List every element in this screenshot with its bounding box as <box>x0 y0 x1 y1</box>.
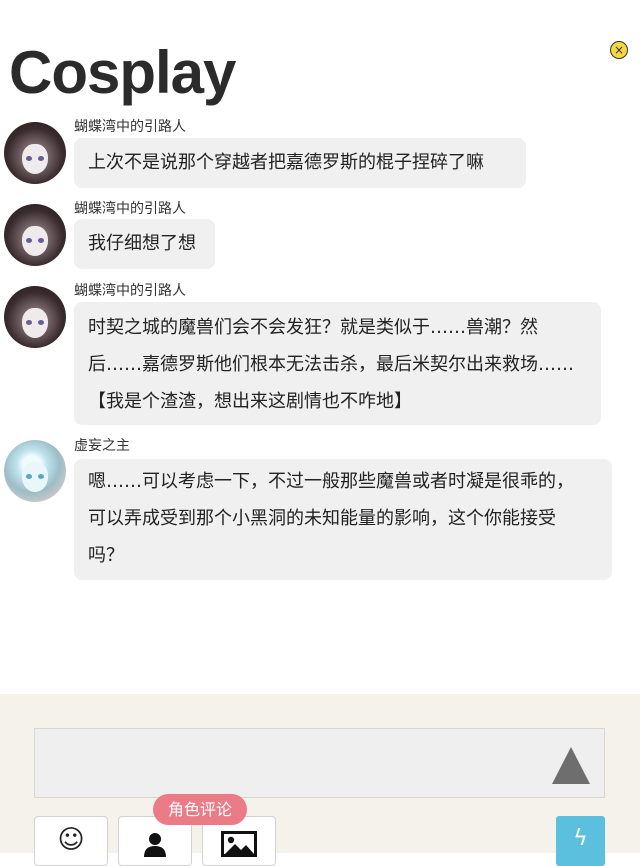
message-text: 时契之城的魔兽们会不会发狂？就是类似于……兽潮？然 <box>88 317 538 338</box>
image-icon <box>221 831 257 857</box>
message-bubble: 时契之城的魔兽们会不会发狂？就是类似于……兽潮？然 后……嘉德罗斯他们根本无法击… <box>74 302 601 425</box>
message-text: 可以弄成受到那个小黑洞的未知能量的影响，这个你能接受 <box>88 508 556 529</box>
author-name: 蝴蝶湾中的引路人 <box>74 283 186 299</box>
message-text: 【我是个渣渣，想出来这剧情也不咋地】 <box>88 391 412 412</box>
message-text: 后……嘉德罗斯他们根本无法击杀，最后米契尔出来救场…… <box>88 354 574 375</box>
author-name: 虚妄之主 <box>74 438 130 454</box>
close-icon[interactable]: × <box>610 41 628 59</box>
message-input[interactable] <box>34 728 605 798</box>
message-text: 吗？ <box>88 545 124 566</box>
avatar[interactable] <box>4 204 66 266</box>
message-text: 我仔细想了想 <box>88 233 196 254</box>
message-bubble: 上次不是说那个穿越者把嘉德罗斯的棍子捏碎了嘛 <box>74 138 526 188</box>
smiley-icon: ☺ <box>57 825 85 855</box>
emoji-button[interactable]: ☺ <box>34 816 108 866</box>
message-bubble: 嗯……可以考虑一下，不过一般那些魔兽或者时凝是很乖的， 可以弄成受到那个小黑洞的… <box>74 459 612 580</box>
message-bubble: 我仔细想了想 <box>74 219 215 269</box>
avatar[interactable] <box>4 122 66 184</box>
avatar[interactable] <box>4 440 66 502</box>
lightning-icon: ϟ <box>573 826 588 851</box>
person-icon <box>144 833 166 857</box>
send-icon[interactable] <box>552 747 590 784</box>
composer: ☺ 角色评论 ϟ <box>0 694 640 866</box>
page-title: Cosplay <box>9 39 236 106</box>
message-text: 上次不是说那个穿越者把嘉德罗斯的棍子捏碎了嘛 <box>88 152 484 173</box>
author-name: 蝴蝶湾中的引路人 <box>74 119 186 135</box>
flash-button[interactable]: ϟ <box>556 816 605 866</box>
role-comment-tooltip[interactable]: 角色评论 <box>153 794 248 825</box>
author-name: 蝴蝶湾中的引路人 <box>74 201 186 217</box>
message-text: 嗯……可以考虑一下，不过一般那些魔兽或者时凝是很乖的， <box>88 471 574 492</box>
avatar[interactable] <box>4 286 66 348</box>
